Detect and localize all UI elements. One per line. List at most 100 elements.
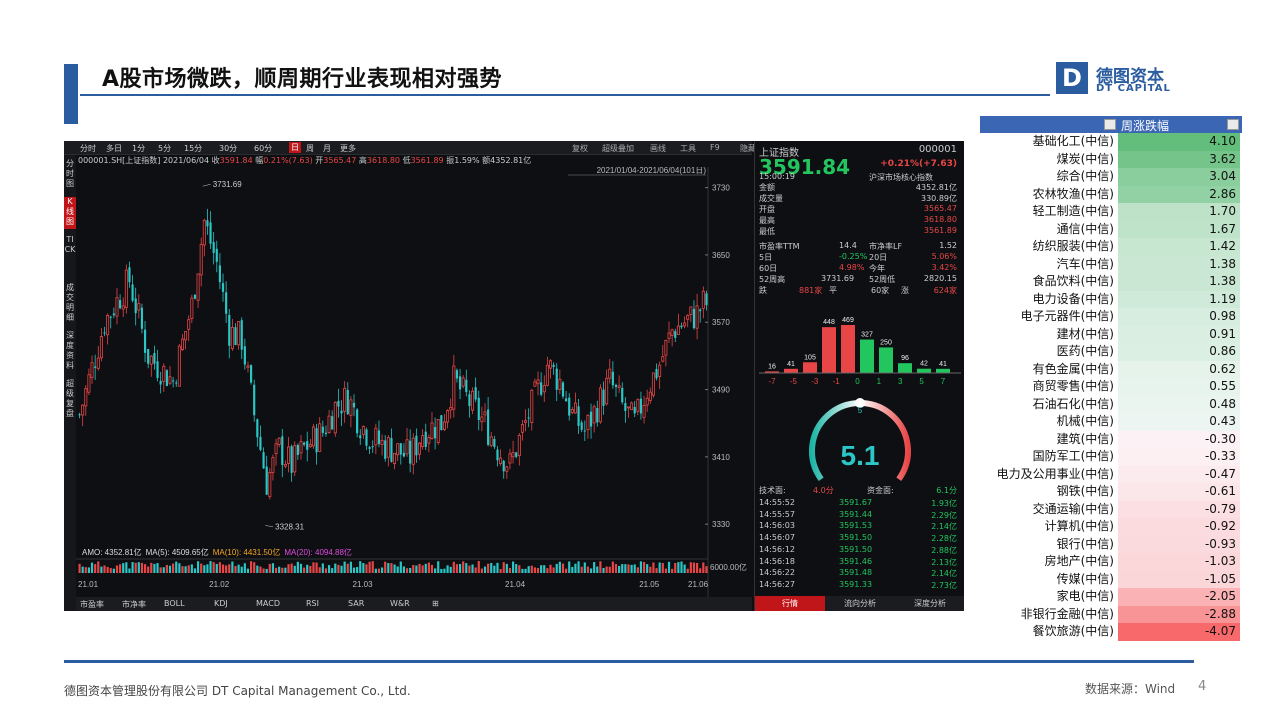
candle-body bbox=[253, 384, 256, 416]
candle-body bbox=[290, 446, 293, 473]
toolbar-item[interactable]: 30分 bbox=[219, 143, 237, 154]
dist-axis-label: -7 bbox=[768, 377, 776, 386]
rp-stat-label: 金额 bbox=[759, 183, 775, 192]
sidebar-item[interactable]: K线图 bbox=[64, 197, 76, 229]
volume-bar bbox=[119, 564, 122, 573]
volume-bar bbox=[90, 562, 94, 573]
volume-bar bbox=[143, 564, 147, 573]
volume-bar bbox=[162, 567, 165, 573]
rp-tab[interactable]: 深度分析 bbox=[895, 598, 964, 609]
candle-body bbox=[689, 306, 693, 315]
volume-bar bbox=[446, 565, 449, 573]
table-row: 建材(中信) 0.91 bbox=[980, 325, 1242, 343]
indicator-tab[interactable]: SAR bbox=[348, 599, 364, 608]
volume-bar bbox=[281, 567, 284, 573]
toolbar-item[interactable]: 15分 bbox=[184, 143, 202, 154]
volume-bar bbox=[78, 563, 81, 573]
candle-body bbox=[262, 452, 265, 469]
volume-bar bbox=[402, 566, 406, 573]
indicator-tab[interactable]: MACD bbox=[256, 599, 280, 608]
candle-body bbox=[496, 449, 499, 461]
rp-stat-value: 4352.81亿 bbox=[915, 183, 957, 192]
volume-bar bbox=[253, 562, 256, 573]
indicator-tab[interactable]: BOLL bbox=[164, 599, 185, 608]
sector-name: 通信(中信) bbox=[1056, 221, 1114, 236]
volume-bar bbox=[284, 567, 287, 573]
toolbar-item[interactable]: 月 bbox=[323, 143, 331, 154]
volume-bar bbox=[327, 565, 331, 573]
toolbar-item[interactable]: 分时 bbox=[80, 143, 96, 154]
candlestick-chart[interactable]: 3730 3650 3570 3490 3410 3330 2021/01/04-2021/… bbox=[76, 167, 752, 597]
toolbar-item[interactable]: 60分 bbox=[254, 143, 272, 154]
candle-body bbox=[573, 402, 577, 414]
volume-bar bbox=[399, 561, 402, 573]
dist-axis-label: 1 bbox=[877, 377, 882, 386]
volume-bar bbox=[477, 561, 480, 573]
volume-bar bbox=[508, 567, 512, 573]
volume-bar bbox=[427, 562, 430, 573]
rp-tab[interactable]: 行情 bbox=[755, 596, 825, 611]
toolbar-item[interactable]: 日 bbox=[289, 142, 301, 153]
table-row: 农林牧渔(中信) 2.86 bbox=[980, 185, 1242, 203]
volume-bar bbox=[621, 564, 624, 573]
volume-bar bbox=[627, 564, 630, 573]
indicator-tab[interactable]: 市盈率 bbox=[80, 599, 104, 610]
toolbar-right-item[interactable]: 超级叠加 bbox=[602, 143, 634, 154]
volume-bar bbox=[140, 562, 144, 573]
sector-name: 基础化工(中信) bbox=[1032, 134, 1114, 148]
indicator-tab[interactable]: KDJ bbox=[214, 599, 228, 608]
dist-bar bbox=[803, 362, 817, 373]
candle-body bbox=[206, 220, 209, 227]
trading-terminal: 分时 多日 1分 5分 15分 30分 60分日周月更多 复权 超级叠加 画线 工具 F9 隐藏 分时图… bbox=[64, 141, 964, 611]
indicator-tab[interactable]: 市净率 bbox=[122, 599, 146, 610]
sector-name: 非银行金融(中信) bbox=[1020, 606, 1114, 621]
indicator-tab[interactable]: ⊞ bbox=[432, 599, 439, 608]
volume-bar bbox=[362, 563, 365, 573]
sector-change: -1.05 bbox=[1204, 571, 1236, 586]
tick-time: 14:55:57 bbox=[759, 509, 795, 519]
candle-body bbox=[287, 446, 291, 464]
toolbar-right-item[interactable]: 工具 bbox=[680, 143, 696, 154]
candle-body bbox=[430, 422, 434, 439]
candle-body bbox=[524, 420, 528, 423]
toolbar-right-item[interactable]: F9 bbox=[710, 143, 720, 152]
candle-body bbox=[502, 460, 505, 472]
filter-dropdown-icon[interactable] bbox=[1104, 119, 1116, 130]
rp-h52: 3731.69 bbox=[821, 274, 855, 283]
sidebar-item[interactable]: 深度资料 bbox=[64, 331, 76, 373]
title-underline bbox=[80, 94, 1050, 96]
sidebar-item[interactable]: 超级复盘 bbox=[64, 379, 76, 421]
sidebar-item[interactable]: 成交明细 bbox=[64, 283, 76, 325]
candle-body bbox=[536, 379, 540, 385]
table-row: 交通运输(中信) -0.79 bbox=[980, 500, 1242, 518]
volume-bar bbox=[624, 564, 627, 573]
toolbar-item[interactable]: 5分 bbox=[158, 143, 171, 154]
volume-bar bbox=[658, 562, 661, 573]
candle-body bbox=[661, 356, 665, 362]
rp-up: 624家 bbox=[933, 286, 957, 295]
volume-bar bbox=[618, 565, 621, 573]
toolbar-item[interactable]: 1分 bbox=[132, 143, 145, 154]
tick-time: 14:56:12 bbox=[759, 544, 795, 554]
candle-body bbox=[565, 398, 568, 402]
rp-tab[interactable]: 流向分析 bbox=[825, 598, 895, 609]
toolbar-item[interactable]: 更多 bbox=[340, 143, 356, 154]
toolbar-item[interactable]: 周 bbox=[306, 143, 314, 154]
indicator-tab[interactable]: RSI bbox=[306, 599, 319, 608]
period-toolbar: 分时 多日 1分 5分 15分 30分 60分日周月更多 复权 超级叠加 画线 工具 F9 隐藏 bbox=[64, 141, 756, 155]
volume-bar bbox=[290, 563, 293, 573]
sector-change: 0.48 bbox=[1209, 396, 1236, 411]
indicator-tab[interactable]: W&R bbox=[390, 599, 410, 608]
toolbar-item[interactable]: 多日 bbox=[106, 143, 122, 154]
candle-body bbox=[409, 440, 412, 464]
toolbar-right-item[interactable]: 复权 bbox=[572, 143, 588, 154]
sort-dropdown-icon[interactable] bbox=[1227, 119, 1239, 130]
volume-bar bbox=[153, 563, 156, 573]
toolbar-right-item[interactable]: 画线 bbox=[650, 143, 666, 154]
volume-bar bbox=[209, 561, 212, 573]
sidebar-item[interactable]: 分时图 bbox=[64, 159, 76, 191]
sector-name: 建材(中信) bbox=[1056, 326, 1114, 341]
volume-bar bbox=[137, 562, 140, 573]
candle-body bbox=[621, 387, 624, 403]
sidebar-item[interactable]: TICK bbox=[64, 235, 76, 277]
